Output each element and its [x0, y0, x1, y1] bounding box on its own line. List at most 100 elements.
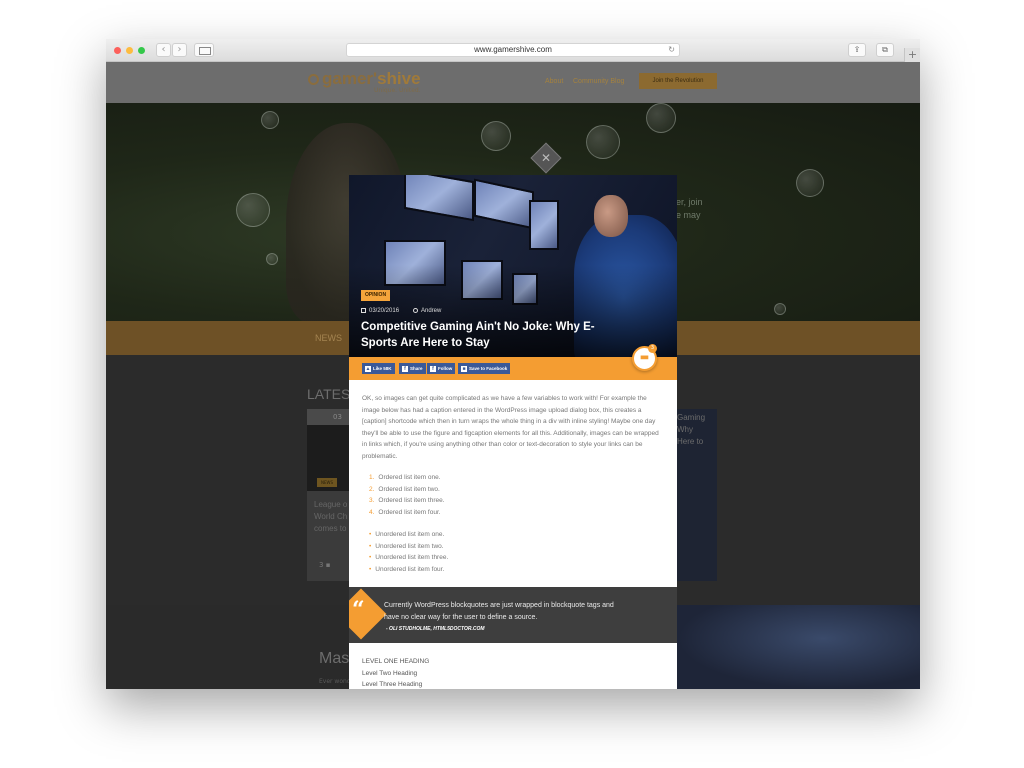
- list-item: • Unordered list item four.: [369, 564, 448, 576]
- facebook-save-button[interactable]: ■ Save to Facebook: [458, 363, 511, 374]
- list-number: 2.: [369, 485, 375, 493]
- monitor-screen: [529, 200, 559, 250]
- list-item-text: Unordered list item two.: [375, 542, 444, 550]
- card-title-line: Gaming: [677, 413, 706, 422]
- nav-community-blog-link[interactable]: Community Blog: [573, 78, 624, 85]
- zoom-window-button[interactable]: [138, 47, 145, 54]
- list-item: 4. Ordered list item four.: [369, 507, 445, 519]
- follow-label: Follow: [438, 366, 453, 371]
- bookmark-icon: ■: [461, 366, 467, 372]
- facebook-share-button[interactable]: f Share: [399, 363, 426, 374]
- social-share-bar: ▲ Like 58K f Share f Follow ■ Save to Facebo…: [349, 357, 677, 380]
- facebook-like-button[interactable]: ▲ Like 58K: [362, 363, 395, 374]
- share-label: Share: [410, 366, 423, 371]
- card-title-partial: Gaming Why Here to: [677, 412, 705, 448]
- share-icon[interactable]: ⇪: [848, 43, 866, 57]
- chat-icon: ▬: [639, 352, 650, 363]
- close-icon: ✕: [540, 151, 552, 165]
- comments-count-badge: 3: [648, 344, 657, 353]
- comment-icon: ▪: [325, 561, 331, 569]
- tabs-overview-icon[interactable]: ⧉: [876, 43, 894, 57]
- bubble-decoration: [796, 169, 824, 197]
- site-tagline: Unique. United.: [374, 87, 421, 94]
- monitor-screen: [404, 175, 474, 222]
- card-title-partial: League o World Ch comes to: [314, 499, 347, 535]
- bubble-decoration: [261, 111, 279, 129]
- close-window-button[interactable]: [114, 47, 121, 54]
- bubble-decoration: [481, 121, 511, 151]
- save-label: Save to Facebook: [469, 366, 508, 371]
- list-item-text: Unordered list item four.: [375, 565, 445, 573]
- site-logo[interactable]: gamer'shive: [308, 69, 421, 89]
- article-hero-image: OPINION 03/20/2016 Andrew Competitive Ga…: [349, 175, 677, 357]
- comment-count-text: 3: [319, 561, 324, 569]
- list-item-text: Ordered list item two.: [378, 485, 440, 493]
- list-item-text: Unordered list item one.: [375, 531, 445, 538]
- article-author[interactable]: Andrew: [413, 308, 441, 314]
- nav-about-link[interactable]: About: [545, 78, 563, 85]
- list-item-text: Ordered list item four.: [378, 508, 441, 516]
- list-item: • Unordered list item one.: [369, 529, 448, 541]
- article-card[interactable]: Gaming Why Here to: [677, 409, 717, 581]
- bubble-decoration: [236, 193, 270, 227]
- list-number: 4.: [369, 508, 375, 516]
- article-card[interactable]: 03 NEWS League o World Ch comes to 3 ▪: [307, 409, 349, 581]
- bullet-icon: •: [369, 542, 372, 550]
- gamer-head: [594, 195, 628, 237]
- page-viewport: gamer'shive Unique. United. About Commun…: [106, 62, 920, 689]
- card-title-line: comes to: [314, 524, 347, 533]
- list-number: 3.: [369, 497, 375, 504]
- bubble-decoration: [774, 303, 786, 315]
- join-revolution-button[interactable]: Join the Revolution: [639, 73, 717, 89]
- card-title-line: Why: [677, 425, 693, 434]
- masthead-image: [677, 605, 920, 689]
- list-item-text: Ordered list item one.: [378, 474, 441, 481]
- list-item: 3. Ordered list item three.: [369, 495, 445, 507]
- address-bar[interactable]: www.gamershive.com ↻: [346, 43, 680, 57]
- reload-icon[interactable]: ↻: [668, 44, 675, 56]
- list-item: 1. Ordered list item one.: [369, 472, 445, 484]
- logo-mark-icon: [308, 74, 319, 85]
- list-number: 1.: [369, 474, 375, 481]
- card-title-line: World Ch: [314, 512, 348, 521]
- card-category-badge[interactable]: NEWS: [317, 478, 337, 487]
- blockquote-citation: - OLI STUDHOLME, HTML5DOCTOR.COM: [386, 626, 485, 632]
- logo-text-prefix: gamer': [322, 69, 378, 88]
- ordered-list: 1. Ordered list item one. 2. Ordered list …: [369, 472, 445, 518]
- list-item: • Unordered list item two.: [369, 541, 448, 553]
- like-label: Like 58K: [373, 366, 392, 371]
- new-tab-button[interactable]: +: [904, 48, 920, 62]
- article-title: Competitive Gaming Ain't No Joke: Why E-…: [361, 321, 595, 349]
- back-button[interactable]: ‹: [156, 43, 171, 57]
- facebook-follow-button[interactable]: f Follow: [427, 363, 456, 374]
- calendar-icon: [361, 308, 366, 313]
- card-date: 03: [307, 409, 349, 425]
- card-title-line: Here to: [677, 437, 704, 446]
- sidebar-toggle-icon[interactable]: [194, 43, 214, 57]
- unordered-list: • Unordered list item one. • Unordered lis…: [369, 529, 448, 575]
- bubble-decoration: [586, 125, 620, 159]
- heading-level-two: Level Two Heading: [362, 669, 418, 677]
- bubble-decoration: [266, 253, 278, 265]
- quote-icon: “: [352, 597, 365, 623]
- list-item-text: Ordered list item three.: [378, 497, 445, 504]
- category-badge[interactable]: OPINION: [361, 290, 390, 301]
- article-body-paragraph: OK, so images can get quite complicated …: [362, 395, 659, 460]
- article-modal: OPINION 03/20/2016 Andrew Competitive Ga…: [349, 175, 677, 689]
- forward-button[interactable]: ›: [172, 43, 187, 57]
- minimize-window-button[interactable]: [126, 47, 133, 54]
- browser-toolbar: ‹ › www.gamershive.com ↻ ⇪ ⧉ +: [106, 39, 920, 62]
- bullet-icon: •: [369, 531, 372, 538]
- heading-level-three: Level Three Heading: [362, 681, 423, 688]
- monitor-screen: [474, 178, 534, 230]
- bullet-icon: •: [369, 565, 372, 573]
- list-item: 2. Ordered list item two.: [369, 484, 445, 496]
- bubble-decoration: [646, 103, 676, 133]
- facebook-icon: f: [402, 366, 408, 372]
- logo-text-suffix: shive: [377, 69, 421, 88]
- user-icon: [413, 308, 418, 313]
- list-item-text: Unordered list item three.: [375, 554, 449, 561]
- card-comment-count[interactable]: 3 ▪: [319, 561, 330, 569]
- news-band-label[interactable]: NEWS: [315, 333, 342, 343]
- heading-level-one: LEVEL ONE HEADING: [362, 658, 430, 665]
